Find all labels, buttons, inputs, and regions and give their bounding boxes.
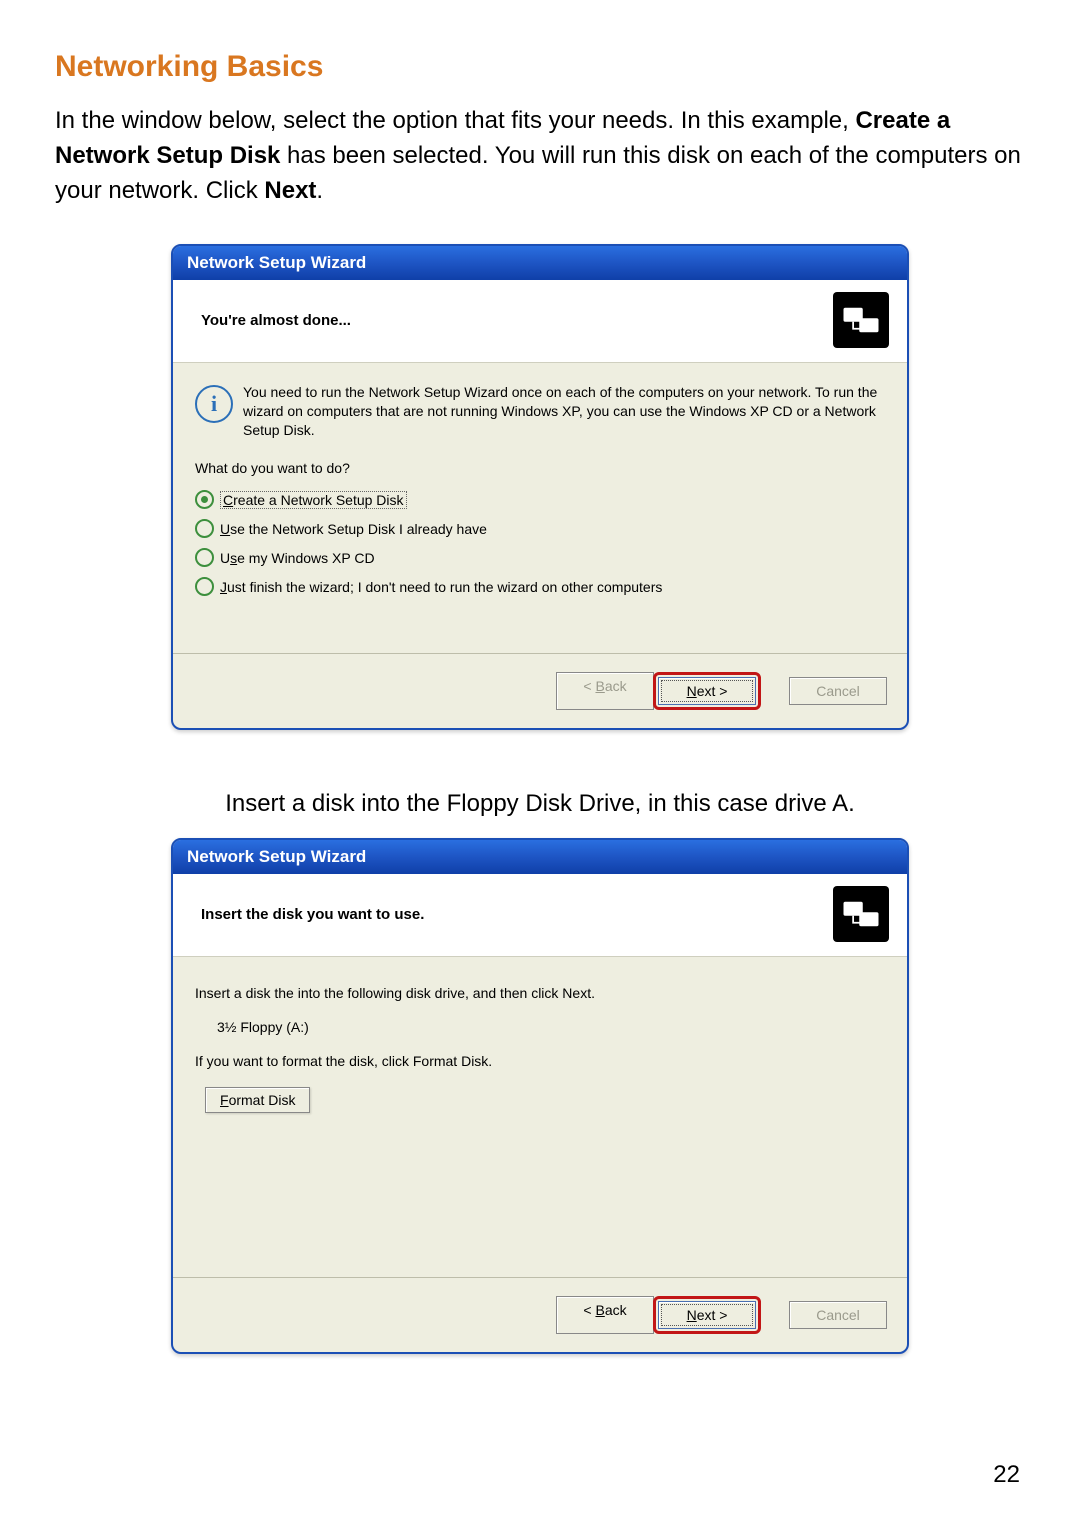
text-bold: Next [264, 177, 316, 204]
question-label: What do you want to do? [195, 460, 885, 476]
text: . [316, 177, 323, 204]
window-titlebar: Network Setup Wizard [173, 840, 907, 874]
info-text: You need to run the Network Setup Wizard… [243, 383, 885, 440]
back-next-group: < Back Next > [556, 672, 761, 710]
wizard-subtitle: Insert the disk you want to use. [201, 906, 833, 923]
radio-label: Create a Network Setup Disk [220, 491, 407, 509]
text-bold: A. [832, 790, 855, 817]
radio-option-create-disk[interactable]: Create a Network Setup Disk [195, 490, 885, 509]
wizard-window-2: Network Setup Wizard Insert the disk you… [171, 838, 909, 1354]
wizard-footer: < Back Next > Cancel [173, 1277, 907, 1352]
window-titlebar: Network Setup Wizard [173, 246, 907, 280]
radio-unchecked-icon [195, 548, 214, 567]
cancel-button[interactable]: Cancel [789, 1301, 887, 1329]
radio-unchecked-icon [195, 519, 214, 538]
network-icon [833, 886, 889, 942]
mid-paragraph: Insert a disk into the Floppy Disk Drive… [55, 790, 1025, 818]
format-disk-button[interactable]: Format Disk [205, 1087, 310, 1113]
section-heading: Networking Basics [55, 50, 1025, 84]
text: Insert a disk into the Floppy Disk Drive… [225, 790, 832, 817]
network-icon [833, 292, 889, 348]
wizard-header: Insert the disk you want to use. [173, 874, 907, 957]
radio-option-use-xp-cd[interactable]: Use my Windows XP CD [195, 548, 885, 567]
back-next-group: < Back Next > [556, 1296, 761, 1334]
intro-paragraph: In the window below, select the option t… [55, 104, 1025, 208]
radio-label: Just finish the wizard; I don't need to … [220, 579, 662, 595]
wizard-content: Insert a disk the into the following dis… [173, 957, 907, 1277]
next-highlight: Next > [653, 672, 761, 710]
wizard-footer: < Back Next > Cancel [173, 653, 907, 728]
cancel-button[interactable]: Cancel [789, 677, 887, 705]
radio-option-just-finish[interactable]: Just finish the wizard; I don't need to … [195, 577, 885, 596]
back-button[interactable]: < Back [556, 672, 654, 710]
next-button[interactable]: Next > [658, 1301, 756, 1329]
info-icon: i [195, 385, 233, 423]
radio-option-use-existing-disk[interactable]: Use the Network Setup Disk I already hav… [195, 519, 885, 538]
radio-unchecked-icon [195, 577, 214, 596]
instruction-line: If you want to format the disk, click Fo… [195, 1053, 885, 1069]
radio-checked-icon [195, 490, 214, 509]
wizard-header: You're almost done... [173, 280, 907, 363]
info-row: i You need to run the Network Setup Wiza… [195, 383, 885, 440]
drive-label: 3½ Floppy (A:) [195, 1019, 885, 1035]
back-button[interactable]: < Back [556, 1296, 654, 1334]
radio-label: Use my Windows XP CD [220, 550, 375, 566]
wizard-subtitle: You're almost done... [201, 312, 833, 329]
next-button[interactable]: Next > [658, 677, 756, 705]
wizard-content: i You need to run the Network Setup Wiza… [173, 363, 907, 653]
text: In the window below, select the option t… [55, 107, 855, 134]
next-highlight: Next > [653, 1296, 761, 1334]
wizard-window-1: Network Setup Wizard You're almost done.… [171, 244, 909, 730]
instruction-line: Insert a disk the into the following dis… [195, 985, 885, 1001]
document-page: Networking Basics In the window below, s… [0, 0, 1080, 1529]
radio-label: Use the Network Setup Disk I already hav… [220, 521, 487, 537]
page-number: 22 [993, 1461, 1020, 1489]
